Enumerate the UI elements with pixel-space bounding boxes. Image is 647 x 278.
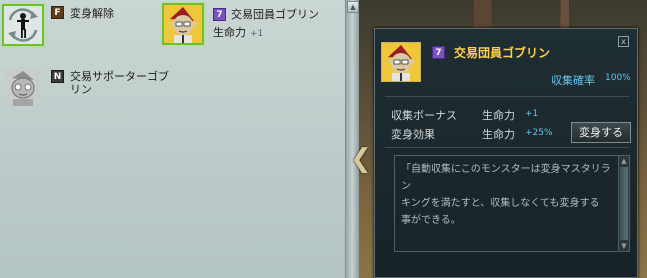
bonus-stat: 生命力 bbox=[482, 109, 515, 122]
transform-button[interactable]: 変身する bbox=[571, 122, 631, 143]
description-line: 事ができる。 bbox=[401, 215, 461, 226]
item-stat: 生命力 +1 bbox=[213, 24, 263, 40]
effect-stat: 生命力 bbox=[482, 128, 515, 141]
item-name-line1: 交易サポーターゴブ bbox=[70, 70, 169, 83]
support-goblin-slot[interactable] bbox=[2, 66, 44, 108]
list-item-trade-goblin[interactable]: 7 交易団員ゴブリン 生命力 +1 bbox=[160, 0, 345, 50]
bonus-label: 収集ボーナス bbox=[391, 109, 457, 122]
untransform-slot[interactable] bbox=[2, 4, 44, 46]
item-stat-value: +1 bbox=[250, 29, 264, 39]
divider bbox=[385, 147, 629, 148]
monster-detail-panel: x 7 交易団員ゴブリン 収集確率 100% 収集ボーナス 生命力 +1 変身効… bbox=[374, 28, 638, 278]
description-box: 「自動収集にこのモンスターは変身マスタリラン キングを満たすと、収集しなくても変… bbox=[394, 155, 630, 252]
collect-rate-value: 100% bbox=[605, 73, 631, 83]
goblin-portrait-icon bbox=[382, 43, 420, 81]
collection-list-panel: F 変身解除 7 交易団員ゴブリン 生命力 +1 N 交易サポーターゴブ リン bbox=[0, 0, 345, 278]
list-item-untransform[interactable]: F 変身解除 bbox=[0, 0, 160, 50]
rank-badge: 7 bbox=[213, 8, 226, 21]
detail-rank-badge: 7 bbox=[432, 46, 445, 59]
transform-icon bbox=[4, 6, 42, 44]
list-scrollbar[interactable]: ▲ bbox=[345, 0, 359, 278]
rank-badge: N bbox=[51, 70, 64, 83]
item-name: 交易団員ゴブリン bbox=[231, 8, 319, 21]
effect-value: +25% bbox=[525, 128, 553, 138]
close-button[interactable]: x bbox=[618, 36, 629, 47]
detail-portrait bbox=[381, 42, 421, 82]
description-line: キングを満たすと、収集しなくても変身する bbox=[401, 198, 600, 209]
rank-badge: F bbox=[51, 6, 64, 19]
item-name-line2: リン bbox=[70, 83, 92, 96]
scroll-up-arrow-icon[interactable]: ▲ bbox=[347, 1, 359, 13]
description-text: 「自動収集にこのモンスターは変身マスタリラン キングを満たすと、収集しなくても変… bbox=[401, 161, 611, 229]
goblin-portrait-icon bbox=[164, 5, 202, 43]
detail-monster-name: 交易団員ゴブリン bbox=[454, 46, 551, 60]
effect-label: 変身効果 bbox=[391, 128, 435, 141]
divider bbox=[385, 96, 629, 97]
trade-goblin-slot[interactable] bbox=[162, 3, 204, 45]
collapse-panel-arrow-icon[interactable]: ❮ bbox=[350, 142, 372, 176]
description-line: 「自動収集にこのモンスターは変身マスタリラン bbox=[401, 164, 611, 192]
scroll-up-icon[interactable]: ▲ bbox=[619, 156, 629, 166]
description-scrollbar[interactable]: ▲ ▼ bbox=[618, 156, 629, 251]
item-stat-label: 生命力 bbox=[213, 26, 246, 39]
item-name: 変身解除 bbox=[70, 7, 114, 20]
collect-rate-label: 収集確率 bbox=[551, 74, 595, 87]
goblin-portrait-gray-icon bbox=[4, 68, 42, 106]
scroll-down-icon[interactable]: ▼ bbox=[619, 241, 629, 251]
bonus-value: +1 bbox=[525, 109, 539, 119]
scroll-thumb[interactable] bbox=[620, 167, 628, 240]
list-item-support-goblin[interactable]: N 交易サポーターゴブ リン bbox=[0, 66, 180, 116]
